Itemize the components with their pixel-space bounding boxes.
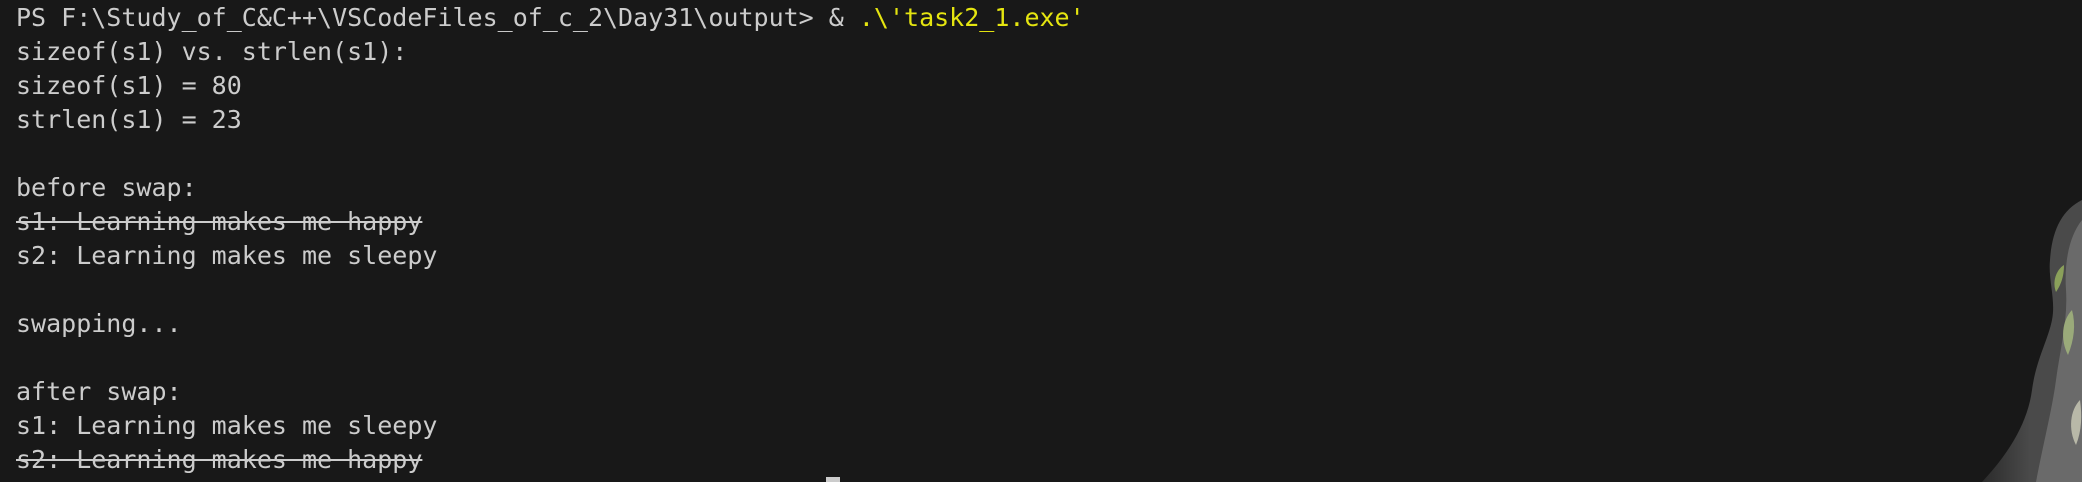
anime-character-background-image [1952, 190, 2082, 482]
output-line: s2: Learning makes me sleepy [16, 241, 438, 270]
output-line: s1: Learning makes me sleepy [16, 411, 438, 440]
terminal-output: PS F:\Study_of_C&C++\VSCodeFiles_of_c_2\… [16, 1, 1085, 477]
prompt-line: PS F:\Study_of_C&C++\VSCodeFiles_of_c_2\… [16, 1, 1085, 35]
output-line: s2: Learning makes me happy [16, 445, 423, 474]
output-line: strlen(s1) = 23 [16, 105, 242, 134]
terminal-panel[interactable]: PS F:\Study_of_C&C++\VSCodeFiles_of_c_2\… [0, 0, 2082, 482]
text-cursor [826, 477, 840, 482]
output-line: sizeof(s1) = 80 [16, 71, 242, 100]
output-line: s1: Learning makes me happy [16, 207, 423, 236]
output-line: after swap: [16, 377, 182, 406]
prompt-text: PS F:\Study_of_C&C++\VSCodeFiles_of_c_2\… [16, 3, 859, 32]
output-line: swapping... [16, 309, 182, 338]
output-line: before swap: [16, 173, 197, 202]
output-line: sizeof(s1) vs. strlen(s1): [16, 37, 408, 66]
command-text: .\'task2_1.exe' [858, 3, 1085, 32]
